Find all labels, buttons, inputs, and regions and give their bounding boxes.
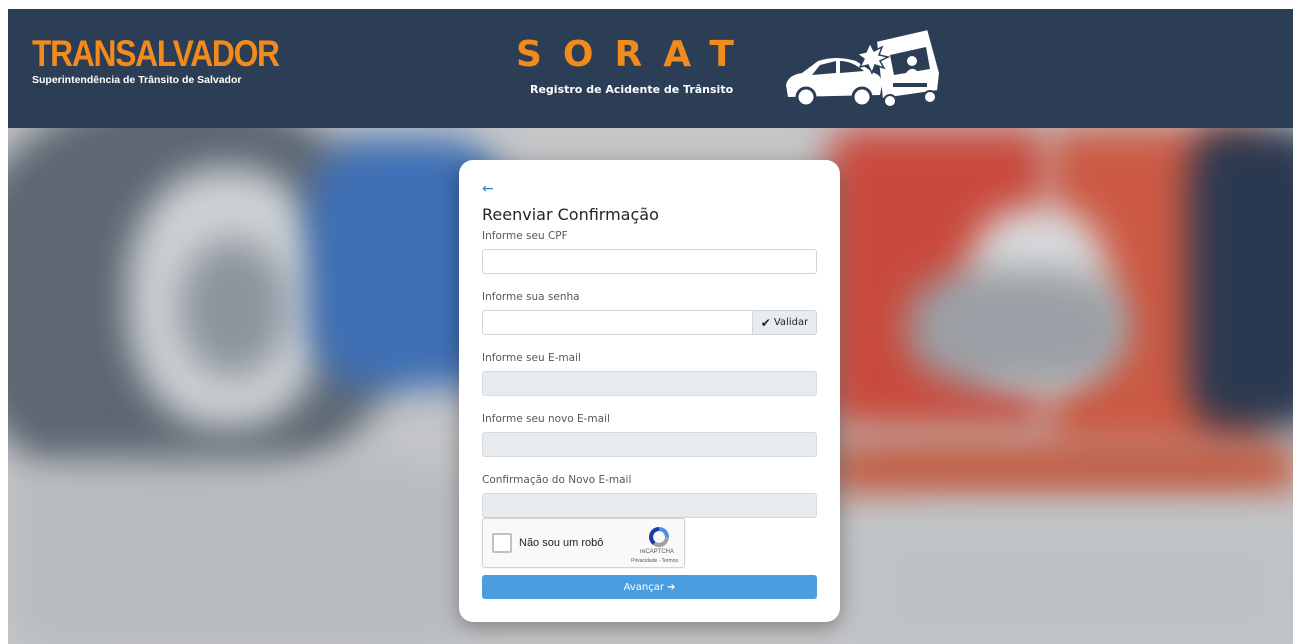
form-title: Reenviar Confirmação (482, 205, 659, 224)
sorat-logo: SORAT Registro de Acidente de Trânsito (516, 34, 755, 97)
avancar-label: Avançar (623, 581, 664, 593)
recaptcha-links[interactable]: Privacidade - Termos (483, 558, 686, 564)
recaptcha-label: Não sou um robô (519, 537, 604, 549)
header: TRANSALVADOR Superintendência de Trânsit… (8, 9, 1293, 128)
recaptcha-brand: reCAPTCHA (639, 549, 674, 555)
validate-label: Validar (773, 317, 809, 328)
new-email-input[interactable] (482, 432, 817, 457)
form: ← Reenviar Confirmação Informe seu CPF I… (482, 182, 817, 518)
arrow-left-icon[interactable]: ← (482, 182, 817, 196)
transalvador-logo: TRANSALVADOR Superintendência de Trânsit… (32, 33, 319, 87)
avancar-button[interactable]: Avançar ➔ (482, 575, 817, 599)
app-subtitle: Registro de Acidente de Trânsito (530, 83, 734, 96)
recaptcha-logo-icon (649, 527, 669, 547)
validate-button[interactable]: ✔ Validar (753, 310, 817, 335)
car-crash-icon (786, 27, 942, 108)
password-label: Informe sua senha (482, 291, 580, 303)
page: TRANSALVADOR Superintendência de Trânsit… (8, 9, 1293, 644)
email-input[interactable] (482, 371, 817, 396)
brand-subtitle: Superintendência de Trânsito de Salvador (32, 74, 242, 86)
cpf-input[interactable] (482, 249, 817, 274)
check-icon: ✔ (760, 315, 771, 330)
recaptcha-widget: Não sou um robô reCAPTCHA Privacidade - … (482, 518, 685, 568)
password-group: ✔ Validar (482, 310, 817, 335)
arrow-right-icon: ➔ (667, 581, 676, 593)
reenviar-confirmacao-card: ← Reenviar Confirmação Informe seu CPF I… (459, 160, 840, 622)
email-label: Informe seu E-mail (482, 352, 581, 364)
confirm-email-input[interactable] (482, 493, 817, 518)
confirm-email-label: Confirmação do Novo E-mail (482, 474, 632, 486)
cpf-label: Informe seu CPF (482, 230, 568, 242)
password-input[interactable] (482, 310, 753, 335)
new-email-label: Informe seu novo E-mail (482, 413, 610, 425)
app-title: SORAT (516, 34, 755, 75)
brand-name: TRANSALVADOR (32, 33, 280, 74)
